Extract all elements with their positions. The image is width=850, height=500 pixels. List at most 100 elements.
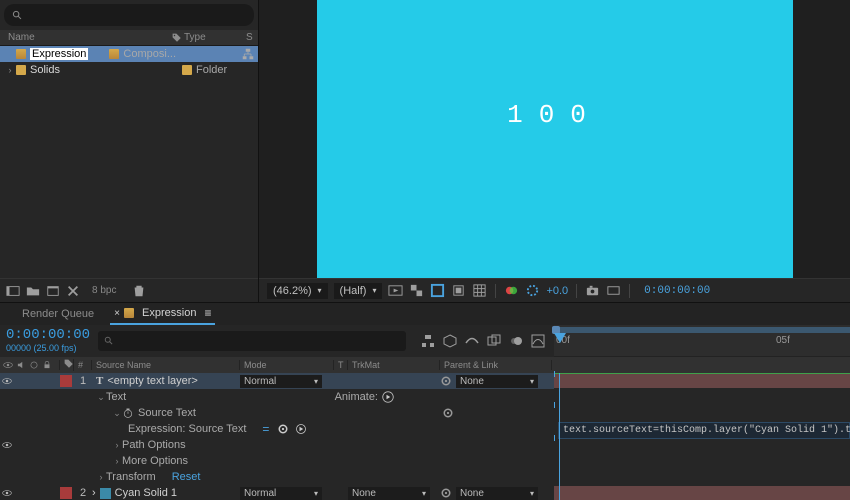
blend-mode-dropdown[interactable]: Normal▾ (240, 487, 322, 500)
mask-visibility-icon[interactable] (430, 283, 445, 298)
graph-editor-icon[interactable] (530, 333, 546, 349)
new-folder-icon[interactable] (26, 284, 40, 298)
grid-guides-icon[interactable] (472, 283, 487, 298)
col-mode[interactable]: Mode (240, 360, 334, 370)
snapshot-icon[interactable] (585, 283, 600, 298)
layer-number: 2 (74, 487, 92, 499)
disclosure-icon[interactable]: ⌄ (96, 392, 106, 403)
layer-row-1[interactable]: 1 T<empty text layer> Normal▾ None▾ (0, 373, 554, 389)
col-t[interactable]: T (334, 360, 348, 370)
col-type[interactable]: Type (184, 32, 246, 43)
resolution-dropdown[interactable]: (Half)▾ (334, 283, 383, 299)
property-text[interactable]: ⌄Text Animate: (0, 389, 554, 405)
interpret-footage-icon[interactable] (6, 284, 20, 298)
comp-mini-flowchart-icon[interactable] (420, 333, 436, 349)
time-ruler[interactable]: 00f 05f (554, 325, 850, 357)
cti-line[interactable] (559, 373, 560, 500)
text-layer-icon: T (96, 375, 103, 387)
layer-bar-2[interactable] (554, 486, 850, 500)
region-of-interest-icon[interactable] (451, 283, 466, 298)
trash-icon[interactable] (132, 284, 146, 298)
property-transform[interactable]: ›Transform Reset (0, 469, 554, 485)
animate-menu[interactable]: Animate: (335, 391, 394, 403)
layer-columns-header: # Source Name Mode T TrkMat Parent & Lin… (0, 357, 850, 373)
fast-preview-icon[interactable] (388, 283, 403, 298)
layer-name[interactable]: <empty text layer> (107, 375, 198, 387)
timeline-timecode[interactable]: 0:00:00:00 (6, 328, 90, 343)
col-label[interactable] (60, 359, 74, 371)
trkmat-dropdown[interactable]: None▾ (348, 487, 430, 500)
color-depth-icon[interactable] (66, 284, 80, 298)
shy-icon[interactable] (464, 333, 480, 349)
project-search-input[interactable] (4, 4, 254, 26)
project-item-expression[interactable]: Expression Composi... (0, 46, 258, 62)
stopwatch-icon[interactable] (122, 407, 134, 419)
layer-bar-1[interactable] (554, 374, 850, 388)
expression-enable-icon[interactable]: = (262, 422, 269, 436)
disclosure-icon[interactable]: › (92, 487, 96, 499)
current-time-indicator[interactable] (554, 333, 566, 343)
col-s[interactable]: S (246, 32, 258, 43)
show-snapshot-icon[interactable] (606, 283, 621, 298)
pickwhip-icon[interactable] (440, 487, 452, 499)
col-number[interactable]: # (74, 360, 92, 370)
layer-label-color[interactable] (60, 375, 72, 387)
viewer-canvas-area[interactable]: 100 (259, 0, 850, 278)
col-trkmat[interactable]: TrkMat (348, 360, 440, 370)
property-more-options[interactable]: ›More Options (0, 453, 554, 469)
magnification-dropdown[interactable]: (46.2%)▾ (267, 283, 328, 299)
property-expression-source-text[interactable]: Expression: Source Text = (0, 421, 554, 437)
property-source-text[interactable]: ⌄Source Text (0, 405, 554, 421)
pickwhip-icon[interactable] (442, 407, 454, 419)
composition-canvas[interactable]: 100 (317, 0, 793, 278)
disclosure-icon[interactable]: › (96, 472, 106, 482)
disclosure-icon[interactable]: › (112, 456, 122, 466)
close-icon[interactable]: × (114, 308, 120, 319)
reset-exposure-icon[interactable] (525, 283, 540, 298)
col-av[interactable] (0, 360, 60, 370)
disclosure-icon[interactable]: › (6, 65, 14, 75)
tab-menu-icon[interactable]: ≡ (204, 306, 211, 320)
expression-language-menu-icon[interactable] (295, 423, 307, 435)
audio-icon (16, 360, 26, 370)
tab-render-queue[interactable]: Render Queue (18, 305, 98, 323)
flowchart-icon[interactable] (242, 48, 254, 60)
parent-dropdown[interactable]: None▾ (456, 375, 538, 388)
timeline-tracks[interactable]: text.sourceText=thisComp.layer("Cyan Sol… (554, 373, 850, 500)
project-item-solids[interactable]: › Solids Folder (0, 62, 258, 78)
layer-label-color[interactable] (60, 487, 72, 499)
parent-dropdown[interactable]: None▾ (456, 487, 538, 500)
canvas-text-layer[interactable]: 100 (507, 100, 602, 130)
preview-timecode[interactable]: 0:00:00:00 (644, 285, 710, 297)
draft-3d-icon[interactable] (442, 333, 458, 349)
new-comp-icon[interactable] (46, 284, 60, 298)
motion-blur-icon[interactable] (508, 333, 524, 349)
disclosure-icon[interactable]: ⌄ (112, 408, 122, 419)
visibility-toggle[interactable] (2, 376, 12, 386)
expression-text-field[interactable]: text.sourceText=thisComp.layer("Cyan Sol… (558, 422, 850, 439)
col-name[interactable]: Name (0, 32, 170, 43)
tab-expression[interactable]: × Expression ≡ (110, 303, 215, 325)
exposure-value[interactable]: +0.0 (546, 285, 568, 297)
transparency-grid-icon[interactable] (409, 283, 424, 298)
expression-pickwhip-icon[interactable] (277, 423, 289, 435)
visibility-toggle[interactable] (2, 440, 12, 450)
layer-row-2[interactable]: 2 › Cyan Solid 1 Normal▾ None▾ None▾ (0, 485, 554, 500)
disclosure-icon[interactable]: › (112, 440, 122, 450)
property-path-options[interactable]: ›Path Options (0, 437, 554, 453)
pickwhip-icon[interactable] (440, 375, 452, 387)
reset-button[interactable]: Reset (172, 471, 201, 483)
timeline-search-input[interactable] (98, 331, 406, 351)
blend-mode-dropdown[interactable]: Normal▾ (240, 375, 322, 388)
project-panel: Name Type S Expression Composi... › Soli… (0, 0, 259, 302)
frame-blend-icon[interactable] (486, 333, 502, 349)
col-source-name[interactable]: Source Name (92, 360, 240, 370)
timeline-frame-info[interactable]: 00000 (25.00 fps) (6, 344, 90, 354)
channel-icon[interactable] (504, 283, 519, 298)
project-item-name[interactable]: Expression (30, 48, 88, 60)
col-tag[interactable] (170, 33, 184, 43)
color-depth-label[interactable]: 8 bpc (92, 285, 116, 296)
col-parent[interactable]: Parent & Link (440, 360, 552, 370)
visibility-toggle[interactable] (2, 488, 12, 498)
layer-name[interactable]: Cyan Solid 1 (115, 487, 177, 499)
